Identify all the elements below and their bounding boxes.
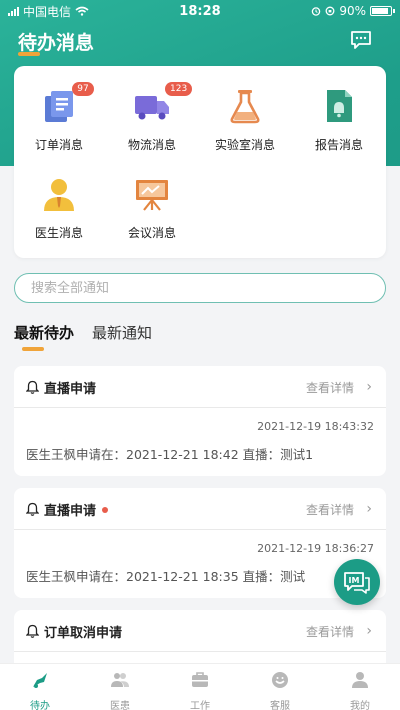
briefcase-icon [192, 672, 208, 687]
view-detail-link[interactable]: 查看详情 [306, 623, 354, 640]
presentation-board-icon [136, 180, 168, 211]
card-body: 医生王枫申请在：2021-12-21 18:42 直播：测试1 [26, 447, 314, 462]
message-category-grid: 97 订单消息 123 物流消息 实验室消息 报告消息 医生消息 会议消息 [14, 66, 386, 258]
bell-icon [26, 380, 39, 394]
card-title: 订单取消申请 [44, 626, 123, 641]
tab-latest-notice[interactable]: 最新通知 [92, 322, 152, 352]
tab-active-indicator [22, 347, 44, 351]
tabbar-label: 客服 [270, 701, 290, 710]
orientation-lock-icon [325, 6, 335, 16]
im-chat-icon: IM [344, 572, 370, 594]
flask-icon [230, 90, 260, 124]
chevron-right-icon[interactable]: › [366, 623, 372, 639]
tabbar-label: 医患 [110, 701, 130, 710]
card-title: 直播申请 [44, 504, 97, 519]
todo-card[interactable]: 订单取消申请 查看详情 › [14, 610, 386, 670]
badge-order: 97 [72, 82, 94, 96]
customer-service-icon [272, 672, 288, 688]
tabbar-label: 我的 [350, 701, 370, 710]
view-detail-link[interactable]: 查看详情 [306, 501, 354, 518]
todo-card[interactable]: 直播申请 查看详情 › 2021-12-19 18:36:27 医生王枫申请在：… [14, 488, 386, 598]
tabbar-label: 工作 [190, 701, 210, 710]
chevron-right-icon[interactable]: › [366, 501, 372, 517]
bell-icon [26, 502, 39, 516]
card-timestamp: 2021-12-19 18:43:32 [257, 420, 374, 433]
grid-label-order: 订单消息 [34, 138, 83, 152]
signal-icon [8, 6, 19, 16]
wifi-icon [75, 6, 89, 16]
grid-item-doctor[interactable]: 医生消息 [14, 154, 104, 240]
card-timestamp: 2021-12-19 18:36:27 [257, 542, 374, 555]
im-chat-button[interactable]: IM [334, 559, 380, 605]
bell-icon [26, 624, 39, 638]
tabbar-item-mine[interactable]: 我的 [320, 664, 400, 710]
card-title: 直播申请 [44, 382, 97, 397]
status-bar: 中国电信 18:28 90% [0, 0, 400, 22]
tabbar-item-service[interactable]: 客服 [240, 664, 320, 710]
view-detail-link[interactable]: 查看详情 [306, 379, 354, 396]
page-title: 待办消息 [18, 32, 95, 54]
grid-label-lab: 实验室消息 [214, 138, 275, 152]
card-body: 医生王枫申请在：2021-12-21 18:35 直播：测试 [26, 569, 306, 584]
patients-icon [111, 673, 129, 687]
badge-logistics: 123 [165, 82, 193, 96]
tabbar-item-work[interactable]: 工作 [160, 664, 240, 710]
chevron-right-icon[interactable]: › [366, 379, 372, 395]
truck-icon [135, 96, 169, 120]
tabbar-item-todo[interactable]: 待办 [0, 664, 80, 710]
unread-dot [102, 507, 108, 513]
report-icon [327, 90, 352, 122]
grid-label-doctor: 医生消息 [34, 226, 83, 240]
title-underline [18, 52, 40, 56]
grid-item-lab[interactable]: 实验室消息 [200, 66, 290, 152]
chat-bubble-icon[interactable] [350, 30, 372, 50]
battery-percent: 90% [339, 4, 366, 18]
grid-label-report: 报告消息 [314, 138, 363, 152]
order-doc-icon [45, 91, 73, 122]
battery-icon [370, 6, 395, 16]
profile-icon [352, 672, 368, 688]
todo-icon [33, 673, 47, 688]
grid-label-logistics: 物流消息 [127, 138, 176, 152]
im-label: IM [349, 576, 360, 585]
grid-item-report[interactable]: 报告消息 [294, 66, 384, 152]
grid-item-logistics[interactable]: 123 物流消息 [107, 66, 197, 152]
tabbar-label: 待办 [30, 701, 50, 710]
tabbar-item-patients[interactable]: 医患 [80, 664, 160, 710]
alarm-icon [312, 7, 321, 16]
bottom-tab-bar: 待办 医患 工作 客服 我的 [0, 663, 400, 710]
todo-card[interactable]: 直播申请 查看详情 › 2021-12-19 18:43:32 医生王枫申请在：… [14, 366, 386, 476]
grid-item-meeting[interactable]: 会议消息 [107, 154, 197, 240]
doctor-icon [44, 179, 74, 211]
status-time: 18:28 [179, 3, 221, 19]
grid-item-order[interactable]: 97 订单消息 [14, 66, 104, 152]
grid-label-meeting: 会议消息 [127, 226, 176, 240]
carrier-label: 中国电信 [23, 4, 72, 19]
search-input[interactable] [14, 273, 386, 303]
